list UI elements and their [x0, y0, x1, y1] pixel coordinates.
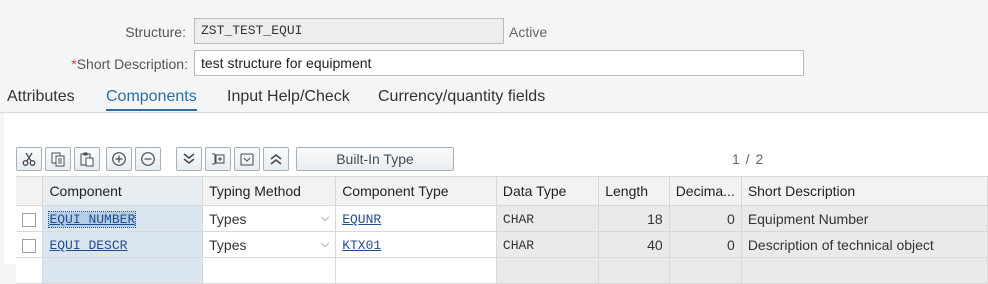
component-cell[interactable]: EQUI_NUMBER	[42, 205, 204, 232]
chevron-down-icon[interactable]: ⌵	[321, 238, 329, 251]
column-header-data-type[interactable]: Data Type	[496, 176, 600, 206]
structure-name-field[interactable]: ZST_TEST_EQUI	[194, 18, 504, 44]
collapse-all-button[interactable]	[263, 147, 289, 171]
built-in-type-button[interactable]: Built-In Type	[296, 147, 454, 171]
data-type-value: CHAR	[502, 238, 535, 253]
paste-button[interactable]	[74, 147, 100, 171]
table-row: EQUI_NUMBER Types ⌵ EQUNR CHAR 18 0 Equip…	[16, 205, 988, 232]
table-header-row: Component Typing Method Component Type D…	[16, 176, 988, 206]
typing-method-cell[interactable]: Types ⌵	[202, 205, 337, 232]
decimals-cell	[669, 257, 742, 284]
row-checkbox[interactable]	[22, 238, 36, 253]
row-checkbox[interactable]	[22, 212, 36, 227]
data-type-cell: CHAR	[496, 205, 600, 232]
short-description-cell: Equipment Number	[741, 205, 988, 232]
tab-attributes[interactable]: Attributes	[7, 88, 75, 106]
typing-method-cell[interactable]	[202, 257, 337, 284]
short-description-label: *Short Description:	[20, 56, 188, 72]
select-all-header[interactable]	[16, 176, 44, 206]
component-type-link[interactable]: EQUNR	[342, 212, 381, 227]
short-description-label-text: Short Description:	[76, 56, 188, 72]
row-selector[interactable]	[16, 231, 44, 258]
column-header-decimals[interactable]: Decima...	[669, 176, 742, 206]
status-text: Active	[509, 24, 548, 40]
delete-row-icon	[141, 152, 155, 166]
expand-all-button[interactable]	[176, 147, 202, 171]
copy-button[interactable]	[45, 147, 71, 171]
tab-strip: Attributes Components Input Help/Check C…	[0, 86, 988, 113]
length-cell	[598, 257, 670, 284]
cut-button[interactable]	[16, 147, 42, 171]
typing-method-value: Types	[209, 210, 247, 227]
component-cell[interactable]	[42, 257, 204, 284]
column-header-component[interactable]: Component	[42, 176, 204, 206]
column-header-short-description[interactable]: Short Description	[741, 176, 988, 206]
components-table: Component Typing Method Component Type D…	[16, 176, 988, 284]
structure-label: Structure:	[125, 24, 186, 40]
collapse-all-icon	[270, 153, 282, 165]
column-header-length[interactable]: Length	[598, 176, 670, 206]
expand-all-icon	[183, 153, 195, 165]
tab-input-help-check[interactable]: Input Help/Check	[227, 88, 350, 106]
component-type-cell[interactable]: KTX01	[335, 231, 497, 258]
data-type-cell: CHAR	[496, 231, 600, 258]
page-indicator: 1 / 2	[732, 151, 765, 167]
insert-row-button[interactable]	[106, 147, 132, 171]
length-cell: 40	[598, 231, 670, 258]
scissors-icon	[22, 152, 36, 166]
column-header-component-type[interactable]: Component Type	[335, 176, 497, 206]
component-cell[interactable]: EQUI_DESCR	[42, 231, 204, 258]
delete-row-button[interactable]	[135, 147, 161, 171]
chevron-down-icon[interactable]: ⌵	[321, 212, 329, 225]
component-name[interactable]: EQUI_NUMBER	[48, 211, 137, 228]
tab-currency-quantity-fields[interactable]: Currency/quantity fields	[378, 88, 545, 106]
insert-row-icon	[112, 152, 126, 166]
data-type-cell	[496, 257, 600, 284]
short-description-cell: Description of technical object	[741, 231, 988, 258]
decimals-cell: 0	[669, 205, 742, 232]
short-description-cell	[741, 257, 988, 284]
insert-include-button[interactable]	[205, 147, 231, 171]
data-type-value: CHAR	[502, 212, 535, 227]
expand-include-icon	[240, 153, 254, 166]
row-selector[interactable]	[16, 205, 44, 232]
column-header-typing-method[interactable]: Typing Method	[202, 176, 337, 206]
paste-icon	[80, 152, 94, 167]
component-type-cell[interactable]	[335, 257, 497, 284]
copy-icon	[51, 152, 65, 167]
tab-components[interactable]: Components	[106, 88, 197, 111]
component-type-link[interactable]: KTX01	[342, 238, 381, 253]
short-description-input[interactable]: test structure for equipment	[194, 50, 804, 76]
table-row-empty	[16, 257, 988, 284]
decimals-cell: 0	[669, 231, 742, 258]
typing-method-value: Types	[209, 236, 247, 253]
row-selector[interactable]	[16, 257, 44, 284]
table-row: EQUI_DESCR Types ⌵ KTX01 CHAR 40 0 Descri…	[16, 231, 988, 258]
insert-include-icon	[212, 153, 225, 165]
expand-include-button[interactable]	[234, 147, 260, 171]
typing-method-cell[interactable]: Types ⌵	[202, 231, 337, 258]
length-cell: 18	[598, 205, 670, 232]
component-type-cell[interactable]: EQUNR	[335, 205, 497, 232]
component-name[interactable]: EQUI_DESCR	[49, 238, 127, 253]
